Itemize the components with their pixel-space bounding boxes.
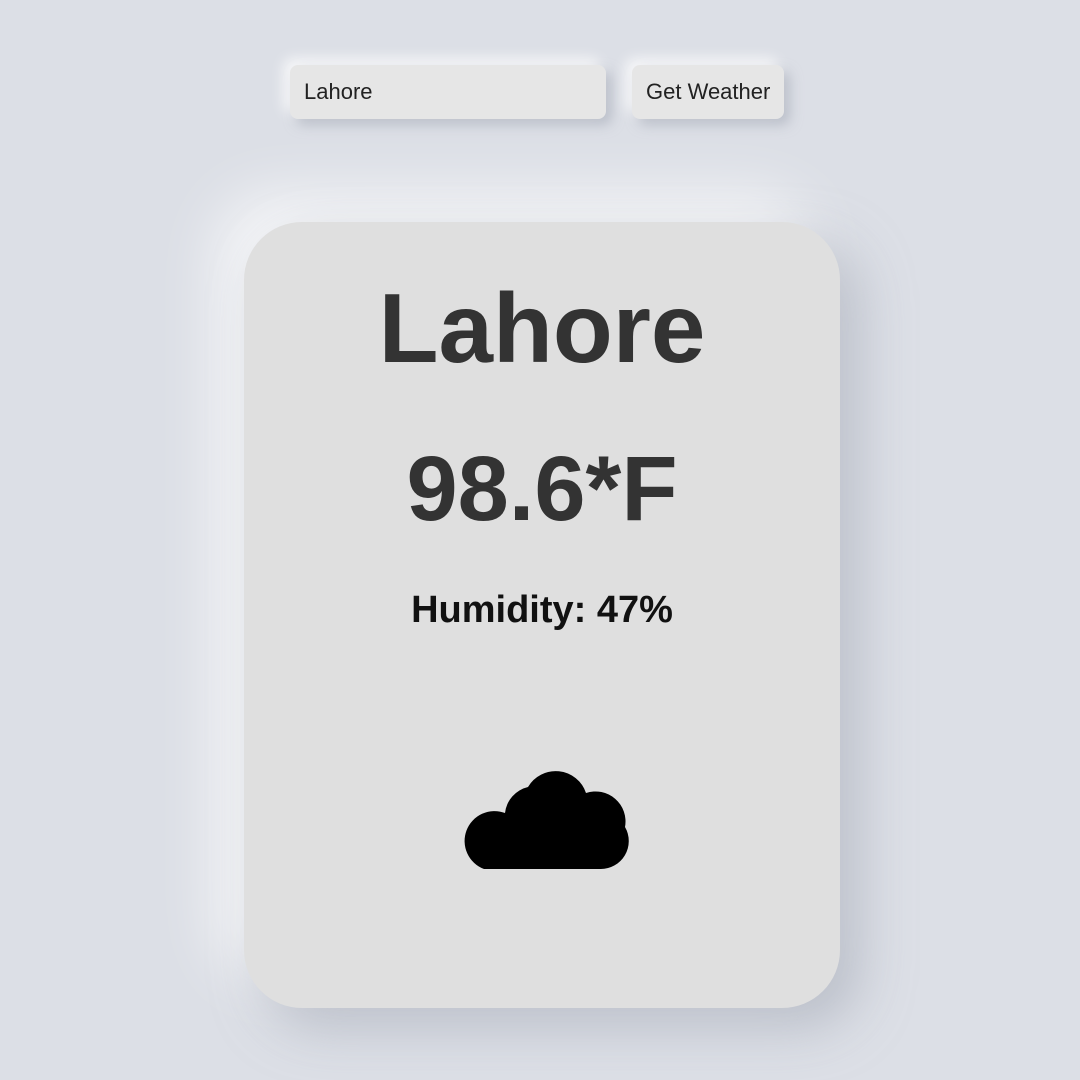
- city-input[interactable]: [290, 65, 606, 119]
- weather-card: Lahore 98.6*F Humidity: 47%: [244, 222, 840, 1008]
- search-bar: Get Weather: [290, 65, 785, 119]
- humidity-value: Humidity: 47%: [411, 589, 673, 631]
- get-weather-button[interactable]: Get Weather: [632, 65, 785, 119]
- temperature-value: 98.6*F: [406, 438, 678, 540]
- cloud-icon: [464, 771, 629, 870]
- city-name: Lahore: [378, 273, 706, 383]
